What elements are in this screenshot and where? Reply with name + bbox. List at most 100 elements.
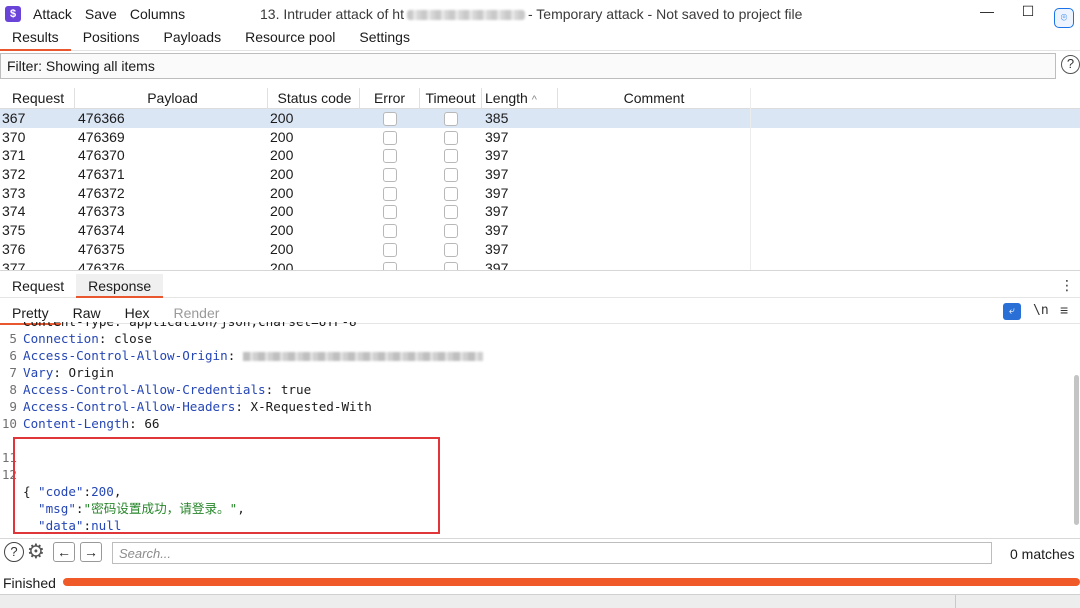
header-name: Access-Control-Allow-Headers xyxy=(23,399,236,414)
timeout-checkbox xyxy=(444,242,458,257)
tab-hex[interactable]: Hex xyxy=(113,302,162,324)
search-input[interactable]: Search... xyxy=(112,542,992,564)
window-bottom-edge xyxy=(0,594,1080,608)
progress-bar xyxy=(63,578,1080,586)
column-payload[interactable]: Payload xyxy=(75,88,268,109)
code-line: 7 Vary: Origin xyxy=(0,364,1080,381)
tab-request[interactable]: Request xyxy=(0,274,76,298)
tab-payloads[interactable]: Payloads xyxy=(152,29,234,50)
code-line: 9 Access-Control-Allow-Headers: X-Request… xyxy=(0,398,1080,415)
search-help-icon[interactable]: ? xyxy=(4,542,24,562)
cell-length: 397 xyxy=(485,128,509,145)
error-checkbox xyxy=(383,130,397,145)
cell-timeout xyxy=(420,221,482,240)
line-number: 7 xyxy=(9,365,17,380)
cell-request: 373 xyxy=(2,184,26,201)
cell-timeout xyxy=(420,146,482,165)
previous-match-button[interactable]: ← xyxy=(53,542,75,562)
message-tabs: Request Response xyxy=(0,273,1080,298)
cell-status-code: 200 xyxy=(270,203,294,220)
error-checkbox xyxy=(383,205,397,220)
tab-raw[interactable]: Raw xyxy=(61,302,113,324)
tab-response[interactable]: Response xyxy=(76,273,164,298)
code-line: 8 Access-Control-Allow-Credentials: true xyxy=(0,381,1080,398)
header-value: X-Requested-With xyxy=(242,399,372,414)
cell-error xyxy=(360,165,420,184)
more-options-icon[interactable]: ⋮ xyxy=(1060,277,1074,294)
cell-comment xyxy=(558,165,751,184)
cell-length: 397 xyxy=(485,147,509,164)
cell-error xyxy=(360,240,420,259)
redacted-origin xyxy=(242,352,483,361)
cell-timeout xyxy=(420,128,482,147)
cell-error xyxy=(360,109,420,128)
minimize-button[interactable]: — xyxy=(977,3,997,19)
line-number: 6 xyxy=(9,348,17,363)
timeout-checkbox xyxy=(444,186,458,201)
cell-error xyxy=(360,128,420,147)
menu-columns[interactable]: Columns xyxy=(130,6,185,22)
tab-settings[interactable]: Settings xyxy=(347,29,422,50)
cell-comment xyxy=(558,221,751,240)
cell-payload: 476376 xyxy=(78,259,125,271)
menu-attack[interactable]: Attack xyxy=(33,6,72,22)
timeout-checkbox xyxy=(444,205,458,220)
tab-results[interactable]: Results xyxy=(0,29,71,51)
cell-request: 370 xyxy=(2,128,26,145)
cell-status-code: 200 xyxy=(270,240,294,257)
timeout-checkbox xyxy=(444,168,458,183)
cell-request: 375 xyxy=(2,222,26,239)
header-value: 66 xyxy=(136,416,160,431)
header-line-text: Vary: Origin xyxy=(23,365,115,380)
cell-status-code: 200 xyxy=(270,147,294,164)
error-checkbox xyxy=(383,261,397,270)
cell-status-code: 200 xyxy=(270,259,294,271)
column-timeout[interactable]: Timeout xyxy=(420,88,482,109)
cell-comment xyxy=(558,240,751,259)
cell-comment xyxy=(558,128,751,147)
column-status-code[interactable]: Status code xyxy=(268,88,360,109)
code-line: 6 Access-Control-Allow-Origin: xyxy=(0,347,1080,364)
line-number: 9 xyxy=(9,399,17,414)
filter-bar[interactable]: Filter: Showing all items xyxy=(0,53,1056,79)
cell-timeout xyxy=(420,202,482,221)
filter-help-icon[interactable]: ? xyxy=(1061,55,1080,74)
error-checkbox xyxy=(383,168,397,183)
cell-payload: 476366 xyxy=(78,110,125,126)
window-title-prefix: 13. Intruder attack of ht xyxy=(260,6,404,22)
screenshot-tool-icon[interactable]: ⌾ xyxy=(1054,8,1074,28)
column-request[interactable]: Request xyxy=(0,88,75,109)
line-number: 5 xyxy=(9,331,17,346)
tab-positions[interactable]: Positions xyxy=(71,29,152,50)
editor-scrollbar[interactable] xyxy=(1074,375,1079,525)
cell-timeout xyxy=(420,165,482,184)
cell-status-code: 200 xyxy=(270,222,294,239)
column-length[interactable]: Length ^ xyxy=(482,88,558,109)
word-wrap-icon[interactable]: ⤶ xyxy=(1003,303,1021,320)
cell-payload: 476370 xyxy=(78,147,125,164)
cell-comment xyxy=(558,146,751,165)
error-checkbox xyxy=(383,149,397,164)
cell-error xyxy=(360,259,420,270)
header-name: Vary xyxy=(23,365,54,380)
column-error[interactable]: Error xyxy=(360,88,420,109)
partial-line-text: Content-Type: application/json;charset=U… xyxy=(23,322,357,330)
cell-length: 397 xyxy=(485,184,509,201)
column-comment[interactable]: Comment xyxy=(558,88,751,109)
gear-icon[interactable]: ⚙ xyxy=(27,541,45,563)
menu-save[interactable]: Save xyxy=(85,6,117,22)
header-value xyxy=(235,348,243,363)
next-match-button[interactable]: → xyxy=(80,542,102,562)
header-line-text: Access-Control-Allow-Origin: xyxy=(23,347,483,364)
tab-pretty[interactable]: Pretty xyxy=(0,302,61,325)
tab-resource-pool[interactable]: Resource pool xyxy=(233,29,347,50)
editor-menu-icon[interactable]: ≡ xyxy=(1060,302,1068,318)
maximize-button[interactable]: ☐ xyxy=(1018,3,1038,20)
timeout-checkbox xyxy=(444,130,458,145)
cell-payload: 476371 xyxy=(78,166,125,183)
cell-comment xyxy=(558,202,751,221)
show-newlines-button[interactable]: \n xyxy=(1033,303,1049,318)
window-title: 13. Intruder attack of ht - Temporary att… xyxy=(260,6,802,22)
code-line: 5 Connection: close xyxy=(0,330,1080,347)
cell-request: 376 xyxy=(2,240,26,257)
